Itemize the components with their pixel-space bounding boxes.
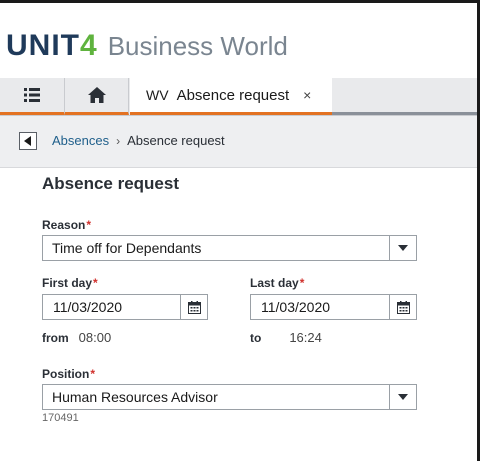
position-select[interactable]: Human Resources Advisor <box>42 384 417 410</box>
brand-product-name: Business World <box>107 31 288 61</box>
brand-logo-prefix: UNIT <box>6 29 80 62</box>
reason-select[interactable]: Time off for Dependants <box>42 235 417 261</box>
to-label: to <box>250 331 262 345</box>
app-window: UNIT4 Business World WV Absence request … <box>0 0 480 461</box>
to-time-value: 16:24 <box>289 330 322 345</box>
required-marker: * <box>299 276 305 290</box>
required-marker: * <box>90 367 96 381</box>
calendar-icon <box>187 300 201 314</box>
position-label-text: Position <box>42 367 90 381</box>
tab-close-icon[interactable]: × <box>303 87 311 103</box>
position-value: Human Resources Advisor <box>52 389 218 405</box>
breadcrumb-separator: › <box>116 133 121 148</box>
tab-bar: WV Absence request × <box>0 78 477 116</box>
last-day-label: Last day* <box>250 276 304 290</box>
first-day-date-field[interactable]: 11/03/2020 <box>42 294 208 320</box>
brand-logo-suffix: 4 <box>80 29 98 62</box>
required-marker: * <box>93 276 98 290</box>
required-marker: * <box>86 218 92 232</box>
home-icon <box>87 87 106 103</box>
position-label: Position* <box>42 367 95 381</box>
back-button[interactable] <box>19 132 37 150</box>
from-label: from <box>42 331 69 345</box>
list-menu-icon <box>24 88 40 102</box>
last-day-date-field[interactable]: 11/03/2020 <box>250 294 417 320</box>
last-day-value: 11/03/2020 <box>261 299 331 315</box>
position-code: 170491 <box>42 412 79 424</box>
position-dropdown-button[interactable] <box>389 385 416 409</box>
tab-absence-request[interactable]: WV Absence request × <box>130 78 332 115</box>
last-day-calendar-button[interactable] <box>389 295 416 319</box>
reason-label: Reason* <box>42 218 91 232</box>
page-title: Absence request <box>42 174 179 193</box>
breadcrumb-bar: Absences › Absence request <box>0 116 477 168</box>
reason-label-text: Reason <box>42 218 86 232</box>
chevron-down-icon <box>398 245 408 251</box>
last-day-label-text: Last day <box>250 276 299 290</box>
first-day-label-text: First day <box>42 276 93 290</box>
tab-bar-underline <box>332 112 477 115</box>
caret-left-icon <box>24 136 31 146</box>
to-time: to 16:24 <box>250 330 322 345</box>
from-time: from 08:00 <box>42 330 111 345</box>
breadcrumb: Absences › Absence request <box>52 133 225 148</box>
app-header: UNIT4 Business World <box>0 3 477 77</box>
from-time-value: 08:00 <box>78 330 112 345</box>
breadcrumb-current: Absence request <box>127 133 225 148</box>
breadcrumb-link-absences[interactable]: Absences <box>52 133 109 148</box>
first-day-calendar-button[interactable] <box>180 295 207 319</box>
brand-logo: UNIT4 Business World <box>6 29 288 65</box>
reason-dropdown-button[interactable] <box>389 236 416 260</box>
tab-code: WV <box>146 87 169 103</box>
home-button[interactable] <box>65 78 129 115</box>
tab-title: Absence request <box>176 86 290 104</box>
brand-logo-mark: UNIT4 <box>6 29 98 63</box>
reason-value: Time off for Dependants <box>52 240 202 256</box>
menu-button[interactable] <box>0 78 65 115</box>
calendar-icon <box>396 300 410 314</box>
first-day-label: First day* <box>42 276 98 290</box>
first-day-value: 11/03/2020 <box>53 299 123 315</box>
chevron-down-icon <box>398 394 408 400</box>
